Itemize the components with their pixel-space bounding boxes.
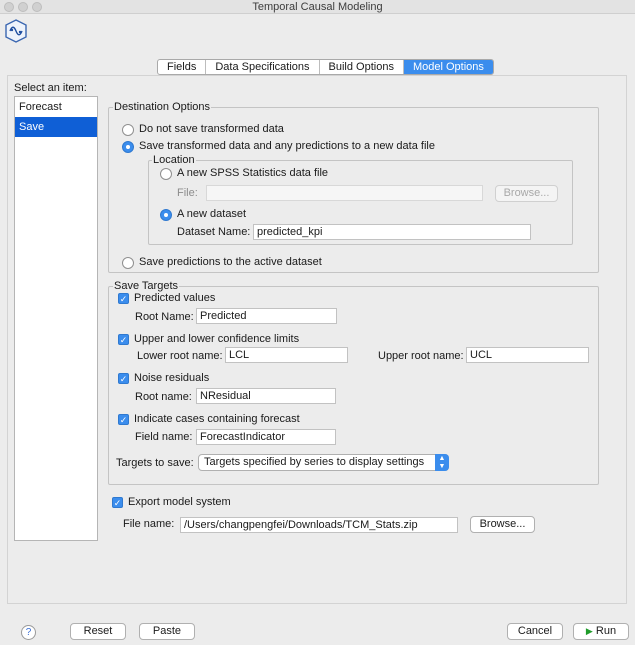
- tab-data-specifications[interactable]: Data Specifications: [206, 60, 320, 74]
- field-name-input[interactable]: ForecastIndicator: [196, 429, 336, 445]
- tab-build-options[interactable]: Build Options: [320, 60, 404, 74]
- new-dataset-radio[interactable]: [160, 209, 172, 221]
- predicted-values-label: Predicted values: [134, 292, 216, 304]
- predicted-values-checkbox[interactable]: ✓: [118, 293, 129, 304]
- no-save-label: Do not save transformed data: [139, 123, 284, 135]
- item-list[interactable]: Forecast Save: [14, 96, 98, 541]
- file-label: File:: [177, 187, 198, 199]
- file-browse-button[interactable]: Browse...: [495, 185, 558, 202]
- targets-to-save-select[interactable]: Targets specified by series to display s…: [198, 454, 449, 471]
- window-title: Temporal Causal Modeling: [252, 1, 383, 13]
- confidence-limits-label: Upper and lower confidence limits: [134, 333, 300, 345]
- reset-button[interactable]: Reset: [70, 623, 126, 640]
- save-targets-legend: Save Targets: [113, 280, 180, 292]
- export-model-checkbox[interactable]: ✓: [112, 497, 123, 508]
- run-label: Run: [595, 625, 617, 637]
- new-file-radio[interactable]: [122, 141, 134, 153]
- confidence-limits-checkbox[interactable]: ✓: [118, 334, 129, 345]
- list-item-save[interactable]: Save: [15, 117, 97, 137]
- indicate-forecast-checkbox[interactable]: ✓: [118, 414, 129, 425]
- paste-button[interactable]: Paste: [139, 623, 195, 640]
- dataset-name-input[interactable]: predicted_kpi: [253, 224, 531, 240]
- active-dataset-label: Save predictions to the active dataset: [139, 256, 322, 268]
- new-file-label: Save transformed data and any prediction…: [139, 140, 435, 152]
- noise-root-name-input[interactable]: NResidual: [196, 388, 336, 404]
- lower-root-name-input[interactable]: LCL: [225, 347, 348, 363]
- export-file-name-input[interactable]: /Users/changpengfei/Downloads/TCM_Stats.…: [180, 517, 458, 533]
- noise-root-name-label: Root name:: [135, 391, 192, 403]
- tab-model-options[interactable]: Model Options: [403, 60, 493, 74]
- predicted-root-name-input[interactable]: Predicted: [196, 308, 337, 324]
- targets-to-save-label: Targets to save:: [116, 457, 194, 469]
- field-name-label: Field name:: [135, 431, 193, 443]
- export-browse-button[interactable]: Browse...: [470, 516, 535, 533]
- export-file-name-label: File name:: [123, 518, 175, 530]
- tab-bar: Fields Data Specifications Build Options…: [157, 59, 494, 75]
- temporal-causal-modeling-icon: [4, 19, 28, 43]
- spss-file-radio[interactable]: [160, 168, 172, 180]
- run-button[interactable]: ▶ Run: [573, 623, 629, 640]
- lower-root-name-label: Lower root name:: [137, 350, 223, 362]
- destination-options-legend: Destination Options: [113, 101, 211, 113]
- upper-root-name-label: Upper root name:: [378, 350, 464, 362]
- predicted-root-name-label: Root Name:: [135, 311, 194, 323]
- chevron-updown-icon: ▲ ▼: [435, 454, 449, 471]
- dataset-name-label: Dataset Name:: [177, 226, 251, 238]
- no-save-radio[interactable]: [122, 124, 134, 136]
- targets-to-save-value: Targets specified by series to display s…: [204, 456, 425, 468]
- location-legend: Location: [152, 154, 196, 166]
- new-dataset-label: A new dataset: [177, 208, 247, 220]
- tab-fields[interactable]: Fields: [158, 60, 207, 74]
- indicate-forecast-label: Indicate cases containing forecast: [134, 413, 300, 425]
- export-model-label: Export model system: [128, 496, 231, 508]
- title-bar: Temporal Causal Modeling: [0, 0, 635, 14]
- noise-residuals-label: Noise residuals: [134, 372, 210, 384]
- noise-residuals-checkbox[interactable]: ✓: [118, 373, 129, 384]
- cancel-button[interactable]: Cancel: [507, 623, 563, 640]
- upper-root-name-input[interactable]: UCL: [466, 347, 589, 363]
- help-icon[interactable]: ?: [21, 625, 36, 640]
- active-dataset-radio[interactable]: [122, 257, 134, 269]
- spss-file-label: A new SPSS Statistics data file: [177, 167, 329, 179]
- play-icon: ▶: [585, 626, 593, 636]
- select-item-label: Select an item:: [14, 82, 87, 94]
- file-path-input[interactable]: [206, 185, 483, 201]
- list-item-forecast[interactable]: Forecast: [15, 97, 97, 117]
